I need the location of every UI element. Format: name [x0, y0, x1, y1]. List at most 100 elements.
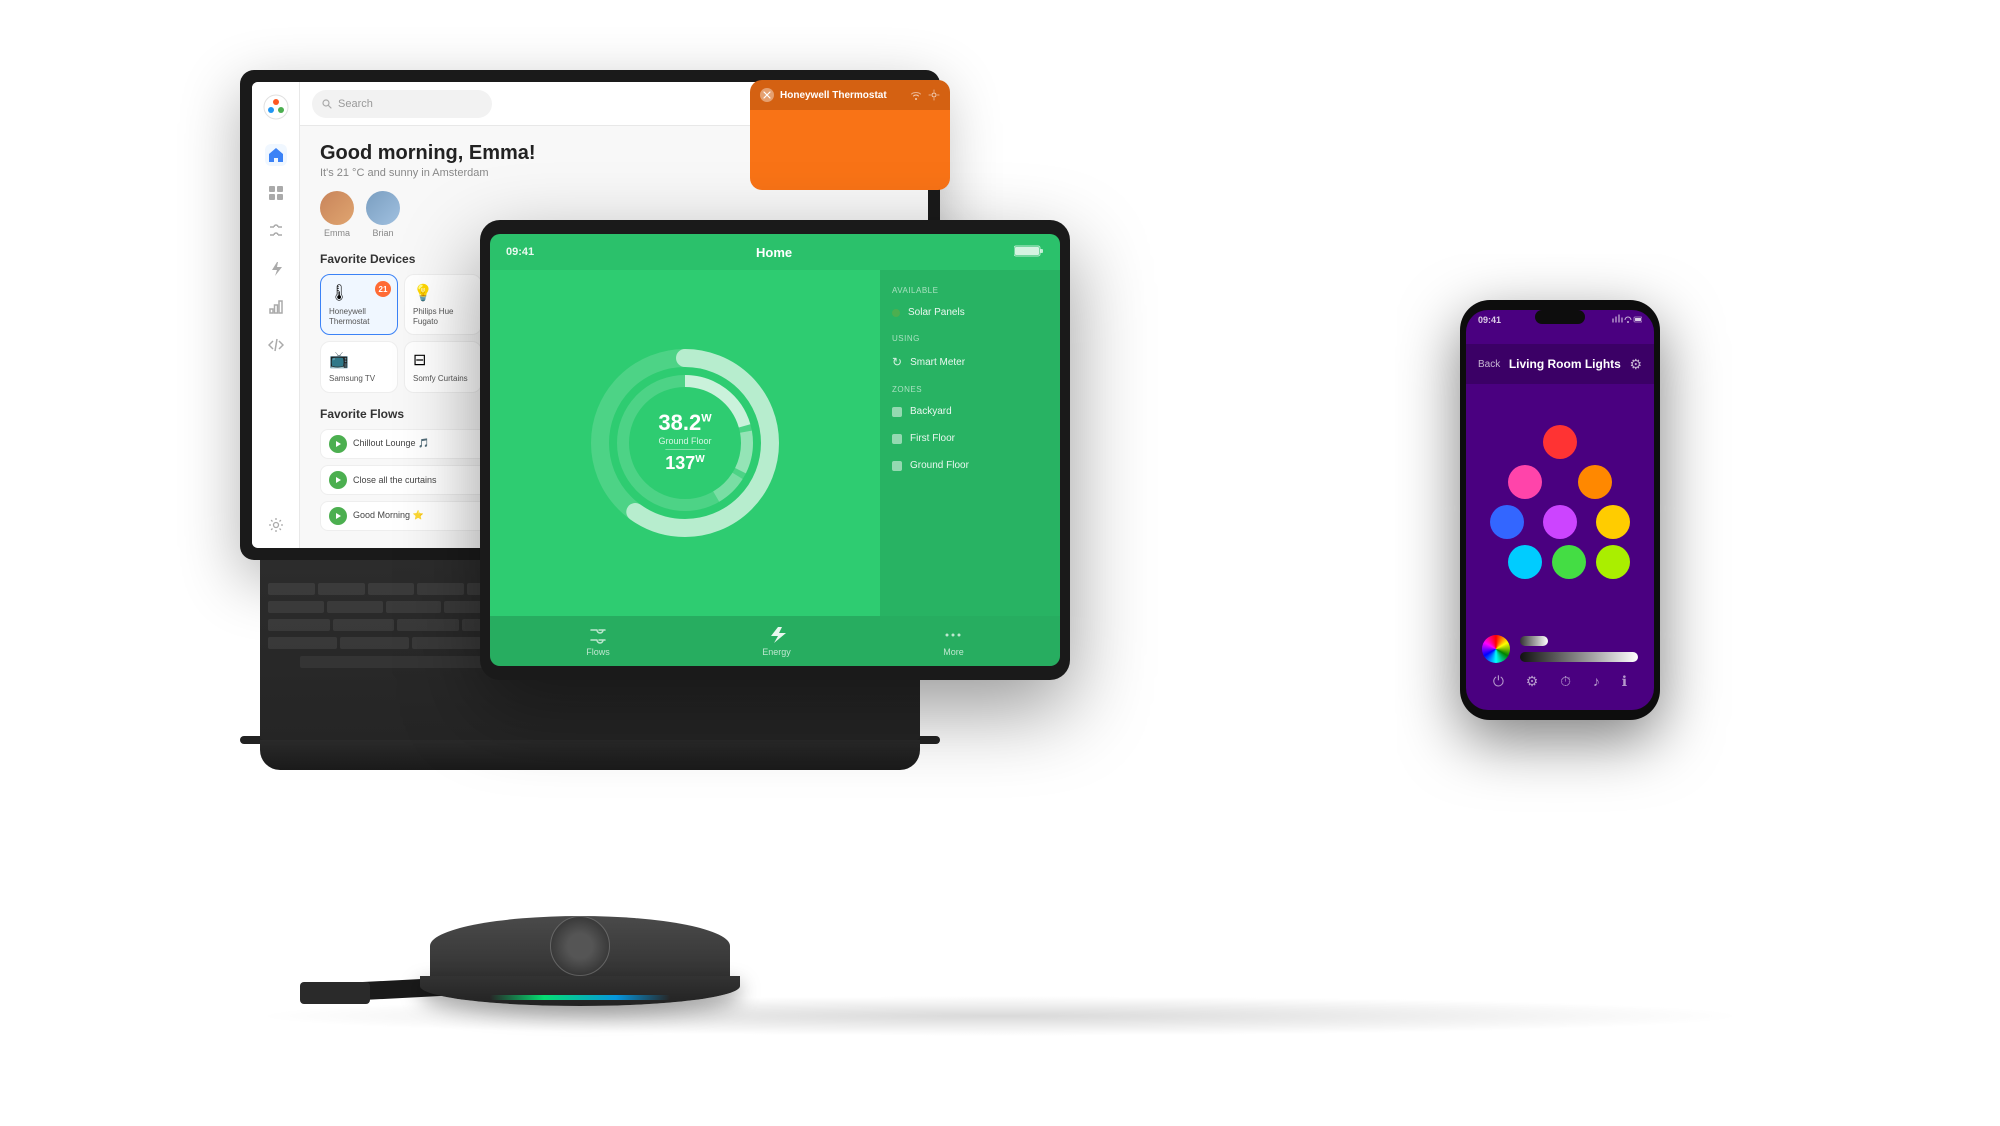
tablet-right-panel: AVAILABLE Solar Panels USING ↻ Smart Met…: [880, 270, 1060, 616]
device-somfy[interactable]: ⊟ Somfy Curtains: [404, 341, 482, 393]
laptop-base: [260, 740, 920, 770]
phone-color-wheel-row: [1482, 635, 1638, 663]
color-wheel[interactable]: [1482, 635, 1510, 663]
thermostat-badge: 21: [375, 281, 391, 297]
zones-label: ZONES: [892, 385, 1048, 394]
thermostat-close-btn[interactable]: [760, 88, 774, 102]
search-bar[interactable]: Search: [312, 90, 492, 118]
battery-icon: [1014, 245, 1044, 257]
device-honeywell[interactable]: 21 🌡 HoneywellThermostat: [320, 274, 398, 335]
play-icon: [334, 440, 342, 448]
energy-circle: 38.2W Ground Floor 137W: [585, 343, 785, 543]
music-icon[interactable]: ♪: [1593, 673, 1600, 690]
sidebar-item-home[interactable]: [265, 144, 287, 166]
first-floor-label: First Floor: [910, 433, 955, 444]
white-slider[interactable]: [1520, 652, 1638, 662]
play-icon-3: [334, 476, 342, 484]
wifi-icon: [910, 89, 922, 101]
brightness-slider[interactable]: [1520, 636, 1548, 646]
tablet-nav-flows[interactable]: Flows: [586, 625, 610, 657]
sidebar-settings[interactable]: [265, 514, 287, 536]
color-cyan[interactable]: [1508, 545, 1542, 579]
color-pink[interactable]: [1508, 465, 1542, 499]
phone-status-icons: [1612, 314, 1642, 326]
scene: Search: [0, 0, 2000, 1126]
sidebar-item-flows[interactable]: [265, 220, 287, 242]
sidebar-item-energy[interactable]: [265, 258, 287, 280]
tablet-wrapper: 09:41 Home: [480, 220, 1070, 680]
color-lime[interactable]: [1596, 545, 1630, 579]
tablet-flows-label: Flows: [586, 647, 610, 657]
device-samsung-tv[interactable]: 📺 Samsung TV: [320, 341, 398, 393]
thermostat-name: HoneywellThermostat: [329, 307, 389, 326]
tablet-nav-energy[interactable]: Energy: [762, 625, 791, 657]
sidebar-item-insights[interactable]: [265, 296, 287, 318]
phone-screen-title: Living Room Lights: [1500, 357, 1629, 371]
backyard-item[interactable]: Backyard: [892, 402, 1048, 421]
info-icon[interactable]: ℹ: [1622, 673, 1627, 690]
flow-morning-play[interactable]: [329, 507, 347, 525]
thermostat-popup[interactable]: Honeywell Thermostat: [750, 80, 950, 190]
smart-meter-label: Smart Meter: [910, 357, 965, 368]
color-yellow[interactable]: [1596, 505, 1630, 539]
energy-sub-value: 137W: [658, 453, 711, 474]
ground-floor-dot: [892, 461, 902, 471]
ground-floor-label: Ground Floor: [910, 460, 969, 471]
power-icon[interactable]: ⏻: [1493, 673, 1504, 690]
color-blue[interactable]: [1490, 505, 1524, 539]
user-emma: Emma: [320, 191, 354, 238]
tablet-time: 09:41: [506, 246, 534, 258]
first-floor-item[interactable]: First Floor: [892, 429, 1048, 448]
color-orange[interactable]: [1578, 465, 1612, 499]
flow-play-btn[interactable]: [329, 435, 347, 453]
thermostat-popup-header: Honeywell Thermostat: [750, 80, 950, 110]
timer-icon[interactable]: ⏱: [1560, 673, 1571, 690]
hub-top-surface: [430, 916, 730, 976]
user-brian: Brian: [366, 191, 400, 238]
phone-settings-button[interactable]: ⚙: [1629, 356, 1642, 373]
using-label: USING: [892, 334, 1048, 343]
energy-floor-label: Ground Floor: [658, 436, 711, 446]
tablet-screen: 09:41 Home: [490, 234, 1060, 666]
laptop-sidebar: [252, 82, 300, 548]
flow-chillout-name: Chillout Lounge 🎵: [353, 438, 429, 449]
smart-meter-item[interactable]: ↻ Smart Meter: [892, 351, 1048, 373]
sidebar-item-devices[interactable]: [265, 182, 287, 204]
tablet-home-title: Home: [534, 245, 1014, 260]
phone-frame: 09:41 Back Living Room Lights: [1460, 300, 1660, 720]
color-green[interactable]: [1552, 545, 1586, 579]
ground-floor-item[interactable]: Ground Floor: [892, 456, 1048, 475]
tablet-topbar: 09:41 Home: [490, 234, 1060, 270]
backyard-dot: [892, 407, 902, 417]
search-icon: [322, 99, 332, 109]
settings-icon-2[interactable]: ⚙: [1526, 673, 1539, 690]
curtain-icon: ⊟: [413, 350, 473, 370]
phone-back-button[interactable]: Back: [1478, 359, 1500, 370]
flow-curtains-name: Close all the curtains: [353, 475, 437, 485]
tablet-main: 38.2W Ground Floor 137W: [490, 270, 1060, 616]
thermostat-popup-title: Honeywell Thermostat: [780, 90, 904, 101]
first-floor-dot: [892, 434, 902, 444]
gear-icon: [928, 89, 940, 101]
color-magenta[interactable]: [1543, 505, 1577, 539]
phone-screen: 09:41 Back Living Room Lights: [1466, 310, 1654, 710]
tv-icon: 📺: [329, 350, 389, 370]
hub-led-strip: [490, 995, 670, 1000]
phone-time: 09:41: [1478, 315, 1501, 325]
device-philips-hue[interactable]: 💡 Philips HueFugato: [404, 274, 482, 335]
energy-nav-icon: [766, 625, 786, 645]
phone-bottom-controls: ⏻ ⚙ ⏱ ♪ ℹ: [1466, 625, 1654, 710]
hue-icon: 💡: [413, 283, 473, 303]
user-brian-name: Brian: [372, 228, 393, 238]
tablet-nav-more[interactable]: More: [943, 625, 964, 657]
sidebar-item-developer[interactable]: [265, 334, 287, 356]
close-icon: [763, 91, 771, 99]
hue-name: Philips HueFugato: [413, 307, 473, 326]
solar-panels-item[interactable]: Solar Panels: [892, 303, 1048, 322]
tablet-energy-label: Energy: [762, 647, 791, 657]
color-red[interactable]: [1543, 425, 1577, 459]
user-emma-name: Emma: [324, 228, 350, 238]
play-icon-5: [334, 512, 342, 520]
flow-curtains-play[interactable]: [329, 471, 347, 489]
tablet-bottom-nav: Flows Energy More: [490, 616, 1060, 666]
